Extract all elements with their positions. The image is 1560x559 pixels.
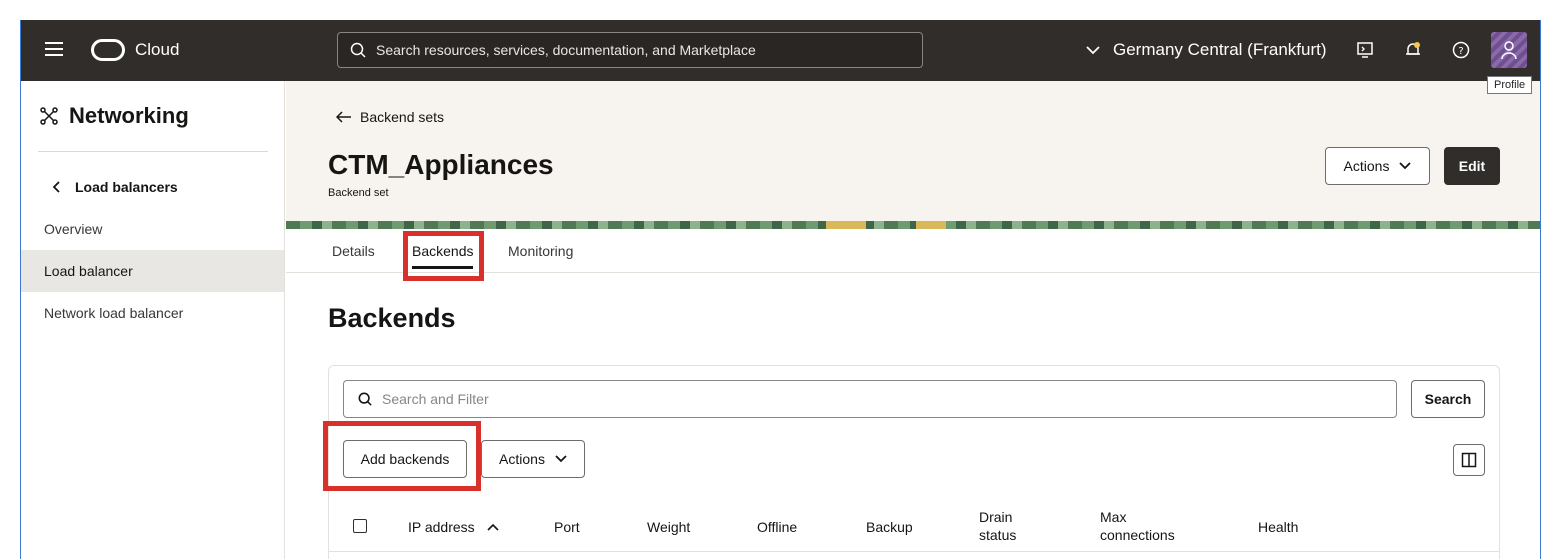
tab-backends[interactable]: Backends	[412, 229, 474, 273]
top-bar: Cloud Search resources, services, docume…	[21, 20, 1540, 81]
networking-icon	[40, 107, 58, 125]
table-header: IP address Port Weight Offline Backup Dr…	[329, 502, 1499, 552]
select-all-checkbox[interactable]	[353, 519, 367, 533]
column-offline[interactable]: Offline	[757, 518, 797, 536]
chevron-down-icon	[555, 455, 567, 463]
column-port[interactable]: Port	[554, 518, 580, 536]
svg-text:?: ?	[1458, 46, 1463, 57]
sort-ascending-icon	[487, 523, 499, 531]
sidebar-title: Networking	[39, 103, 189, 129]
user-icon	[1501, 41, 1517, 60]
sidebar-item-load-balancer[interactable]: Load balancer	[21, 250, 284, 292]
page-header: Backend sets CTM_Appliances Backend set …	[286, 81, 1540, 242]
arrow-left-icon	[336, 111, 351, 123]
sidebar-item-label: Network load balancer	[44, 305, 184, 321]
sidebar-divider	[38, 151, 268, 152]
sidebar-item-overview[interactable]: Overview	[21, 208, 284, 250]
oracle-logo-icon[interactable]	[91, 39, 125, 61]
sidebar-item-network-load-balancer[interactable]: Network load balancer	[21, 292, 284, 334]
header-actions-button[interactable]: Actions	[1325, 147, 1430, 185]
search-icon	[358, 392, 372, 406]
tab-monitoring[interactable]: Monitoring	[508, 229, 573, 273]
sidebar-item-label: Overview	[44, 221, 103, 237]
column-backup[interactable]: Backup	[866, 518, 913, 536]
bell-icon[interactable]	[1403, 40, 1423, 60]
chevron-down-icon	[1086, 46, 1100, 55]
main-content: Backend sets CTM_Appliances Backend set …	[286, 81, 1540, 559]
add-backends-button[interactable]: Add backends	[343, 440, 467, 478]
column-health[interactable]: Health	[1258, 518, 1298, 536]
column-drain-status[interactable]: Drain status	[979, 508, 1049, 544]
sidebar-title-text: Networking	[69, 103, 189, 128]
sidebar: Networking Load balancers Overview Load …	[21, 81, 285, 559]
tab-bar: Details Backends Monitoring	[286, 229, 1540, 273]
column-label: IP address	[408, 519, 475, 535]
region-label: Germany Central (Frankfurt)	[1113, 40, 1327, 59]
page-subtitle: Backend set	[328, 187, 389, 199]
column-ip-address[interactable]: IP address	[408, 518, 499, 536]
region-selector[interactable]: Germany Central (Frankfurt)	[1085, 40, 1327, 60]
sidebar-back-label: Load balancers	[75, 179, 178, 195]
column-toggle-button[interactable]	[1453, 444, 1485, 476]
profile-tooltip: Profile	[1487, 76, 1533, 94]
search-icon	[350, 42, 366, 58]
sidebar-back-link[interactable]: Load balancers	[53, 179, 178, 195]
profile-avatar[interactable]	[1491, 32, 1527, 68]
backends-actions-button[interactable]: Actions	[481, 440, 585, 478]
chevron-left-icon	[53, 181, 60, 193]
column-max-connections[interactable]: Max connections	[1100, 508, 1200, 544]
back-to-backend-sets-link[interactable]: Backend sets	[336, 109, 444, 125]
global-search-placeholder: Search resources, services, documentatio…	[376, 42, 756, 58]
header-actions-label: Actions	[1343, 158, 1390, 174]
back-link-label: Backend sets	[360, 109, 445, 125]
column-weight[interactable]: Weight	[647, 518, 690, 536]
backends-search-field[interactable]	[343, 380, 1397, 418]
backends-search-input[interactable]	[382, 391, 1362, 407]
page-title: CTM_Appliances	[328, 149, 554, 180]
backends-panel: Search Add backends Actions IP address P…	[328, 365, 1500, 559]
brand-name[interactable]: Cloud	[135, 40, 179, 60]
columns-icon	[1461, 452, 1477, 468]
tab-details[interactable]: Details	[332, 229, 375, 273]
chevron-down-icon	[1399, 162, 1412, 170]
app-window: Cloud Search resources, services, docume…	[20, 20, 1541, 559]
sidebar-item-label: Load balancer	[44, 263, 133, 279]
menu-icon[interactable]	[45, 42, 63, 56]
cloud-shell-icon[interactable]	[1355, 40, 1375, 60]
backends-title: Backends	[328, 303, 456, 333]
backends-actions-label: Actions	[499, 451, 545, 467]
edit-button[interactable]: Edit	[1444, 147, 1500, 185]
global-search-input[interactable]: Search resources, services, documentatio…	[337, 32, 923, 68]
search-button[interactable]: Search	[1411, 380, 1485, 418]
help-icon[interactable]: ?	[1451, 40, 1471, 60]
decorative-banner	[286, 221, 1540, 229]
